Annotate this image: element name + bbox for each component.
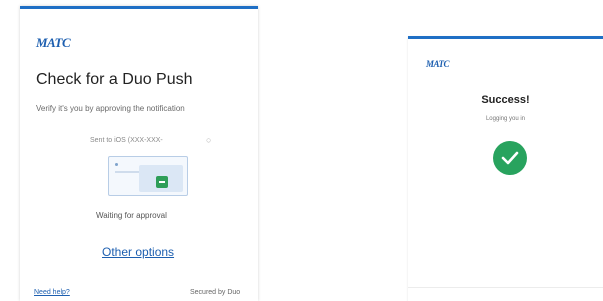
need-help-link[interactable]: Need help? — [34, 289, 70, 296]
device-label: Sent to iOS (XXX-XXX- — [90, 137, 163, 144]
phone-dot-icon — [115, 163, 118, 166]
status-text: Waiting for approval — [96, 211, 167, 220]
approve-icon — [156, 176, 168, 188]
page-title: Check for a Duo Push — [36, 71, 193, 88]
check-icon — [493, 141, 527, 175]
logging-in-text: Logging you in — [485, 116, 526, 122]
matc-logo: MATC — [36, 35, 71, 51]
page-subtitle: Verify it's you by approving the notific… — [36, 104, 185, 113]
duo-push-card: MATC Check for a Duo Push Verify it's yo… — [20, 6, 258, 301]
success-card: MATC Success! Logging you in — [408, 36, 603, 301]
success-title: Success! — [481, 94, 530, 106]
divider — [408, 287, 603, 288]
checkmark-icon — [501, 151, 519, 165]
logo-text: MATC — [36, 35, 71, 50]
matc-logo-small: MATC — [426, 59, 450, 69]
other-options-link[interactable]: Other options — [102, 245, 174, 259]
secured-by-text: Secured by Duo — [190, 289, 241, 296]
logo-text-small: MATC — [426, 59, 450, 69]
push-illustration — [108, 156, 188, 196]
phone-line-icon — [115, 171, 139, 173]
info-icon[interactable]: ○ — [206, 135, 211, 145]
